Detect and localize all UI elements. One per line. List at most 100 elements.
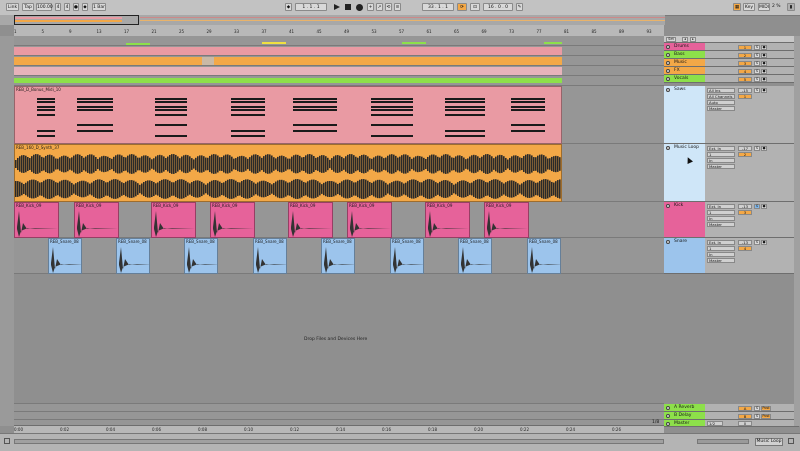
output-type-menu[interactable]: Master [707,222,735,227]
arm-button[interactable]: ● [761,52,767,58]
time-signature-numerator[interactable]: 4 [55,3,61,11]
clip-summary[interactable] [14,67,562,75]
key-map-button[interactable]: Key [743,3,755,11]
track-header[interactable]: Kick Ext. In 1 In Master -13 3 S ● [664,202,799,238]
fold-icon[interactable] [666,60,670,65]
drop-zone[interactable]: Drop Files and Devices Here [14,274,664,404]
audio-clip[interactable]: REB_Kick_09 [484,202,529,238]
lane-fx[interactable] [14,66,664,76]
arm-button[interactable]: ● [761,68,767,74]
midi-note[interactable] [293,98,337,100]
track-volume[interactable]: -17 [738,146,752,151]
midi-note[interactable] [37,101,55,103]
clip-summary[interactable] [126,43,150,45]
solo-button[interactable]: S [754,52,760,58]
arm-button[interactable]: ● [761,60,767,66]
loop-switch[interactable]: ⟳ [457,3,467,11]
unfold-icon[interactable]: ▸ [690,37,696,42]
midi-note[interactable] [231,101,265,103]
track-name[interactable]: Vocals [664,75,705,82]
midi-note[interactable] [511,106,545,108]
track-activator[interactable]: A [738,405,752,411]
midi-note[interactable] [231,109,265,111]
input-type-menu[interactable]: Ext. In [707,204,735,209]
midi-note[interactable] [77,130,113,132]
track-name[interactable]: B Delay [664,412,705,419]
audio-clip[interactable]: REB_Kick_09 [14,202,59,238]
play-icon[interactable] [334,4,340,10]
midi-note[interactable] [371,98,413,100]
audio-clip[interactable]: REB_Kick_09 [151,202,196,238]
track-name[interactable]: A Reverb [664,404,705,411]
arm-button[interactable]: ● [761,240,767,245]
input-channel-menu[interactable]: 1 [707,210,735,215]
midi-note[interactable] [511,109,545,111]
midi-note[interactable] [445,109,485,111]
audio-clip[interactable]: REB_Kick_09 [74,202,119,238]
audio-clip[interactable]: REB_Kick_09 [210,202,255,238]
lane-drums[interactable] [14,36,664,46]
solo-button[interactable]: S [754,146,760,151]
midi-note[interactable] [231,130,265,132]
midi-note[interactable] [511,124,545,126]
audio-clip[interactable]: REB_Kick_09 [288,202,333,238]
re-enable-automation-button[interactable]: ⟲ [385,3,392,11]
lane-music-loop[interactable]: REB_160_D_Synth_37 [14,144,664,202]
arm-button[interactable]: ● [761,88,767,93]
solo-button[interactable]: S [754,44,760,50]
track-activator[interactable]: 4 [738,246,752,251]
solo-button[interactable]: S [754,68,760,74]
time-signature-denominator[interactable]: 4 [64,3,70,11]
solo-button[interactable]: S [754,204,760,209]
midi-note[interactable] [231,98,265,100]
group-track-header[interactable]: Bass 2 S ● [664,51,799,59]
track-name[interactable]: Music Loop [664,144,705,201]
input-type-menu[interactable]: Ext. In [707,240,735,245]
midi-note[interactable] [37,135,55,137]
lane-a-reverb[interactable] [14,404,664,412]
midi-note[interactable] [37,109,55,111]
midi-note[interactable] [371,135,413,137]
master-track[interactable]: Master 1/2 0 [664,420,799,427]
track-activator[interactable]: 2 [738,152,752,157]
midi-note[interactable] [37,106,55,108]
midi-note[interactable] [231,106,265,108]
midi-note[interactable] [231,135,265,137]
midi-note[interactable] [445,114,485,116]
arm-button[interactable]: ● [761,146,767,151]
midi-note[interactable] [445,101,485,103]
audio-clip[interactable]: REB_Snare_08 [527,238,561,274]
track-name[interactable]: Music [664,59,705,66]
track-volume[interactable]: -13 [738,240,752,245]
link-button[interactable]: Link [6,3,19,11]
monitor-switch[interactable]: In [707,252,735,257]
midi-note[interactable] [293,101,337,103]
audio-clip[interactable]: REB_Snare_08 [184,238,218,274]
solo-button[interactable]: S [754,413,760,419]
midi-note[interactable] [371,106,413,108]
input-channel-menu[interactable]: 1 [707,152,735,157]
midi-note[interactable] [511,101,545,103]
midi-note[interactable] [445,135,485,137]
solo-button[interactable]: S [754,60,760,66]
track-header[interactable]: Saws All Ins All Channels Auto Master -1… [664,86,799,144]
post-button[interactable]: Post [761,405,771,411]
follow-icon[interactable]: ◆ [82,3,88,11]
lane-b-delay[interactable] [14,412,664,420]
info-toggle-icon[interactable] [4,438,10,444]
audio-clip[interactable]: REB_Snare_08 [48,238,82,274]
midi-note[interactable] [155,124,187,126]
midi-note[interactable] [155,98,187,100]
fold-icon[interactable] [666,76,670,81]
return-track-b[interactable]: B Delay B S Post [664,412,799,420]
midi-note[interactable] [371,124,413,126]
audio-clip[interactable]: REB_Snare_08 [458,238,492,274]
fold-icon[interactable] [666,239,670,244]
track-selector[interactable] [697,439,749,444]
group-track-header[interactable]: Music 3 S ● [664,59,799,67]
track-name[interactable]: FX [664,67,705,74]
track-header[interactable]: Snare Ext. In 1 In Master -13 4 S ● [664,238,799,274]
midi-note[interactable] [445,106,485,108]
track-name[interactable]: Drums [664,43,705,50]
midi-note[interactable] [77,109,113,111]
